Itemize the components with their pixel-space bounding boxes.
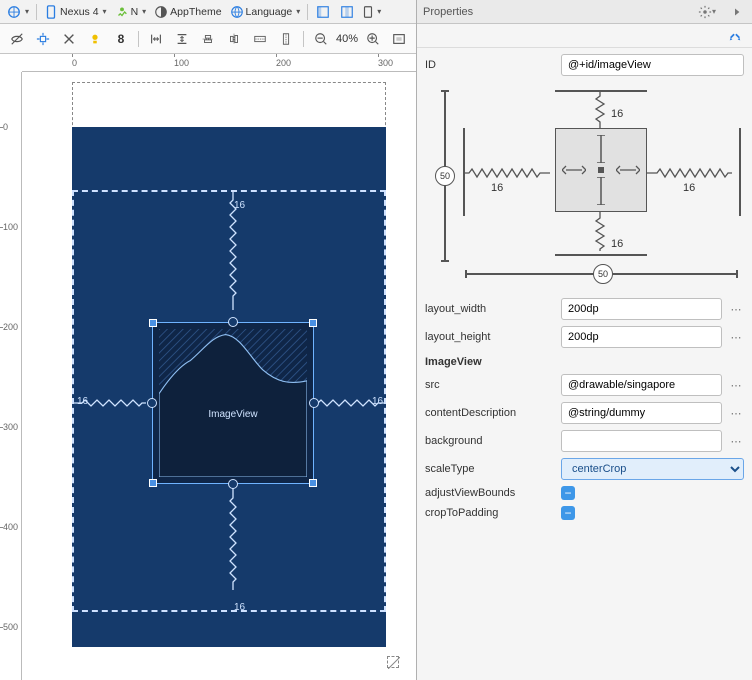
- pack-v-icon[interactable]: [171, 28, 193, 50]
- constraint-anchor-left[interactable]: [147, 398, 157, 408]
- minimize-panel-icon[interactable]: [724, 1, 746, 23]
- clear-constraints-icon[interactable]: [58, 28, 80, 50]
- design-mode-icon[interactable]: [312, 1, 334, 23]
- zoom-level: 40%: [336, 33, 358, 45]
- margin-bottom-label: 16: [234, 602, 245, 613]
- resize-handle-tr[interactable]: [309, 319, 317, 327]
- vertical-bias-slider[interactable]: 50: [435, 90, 455, 262]
- layout-height-field[interactable]: [561, 326, 722, 348]
- scaletype-label: scaleType: [425, 463, 555, 475]
- constraint-anchor-right[interactable]: [309, 398, 319, 408]
- infer-constraints-icon[interactable]: [84, 28, 106, 50]
- contentdesc-field[interactable]: [561, 402, 722, 424]
- ruler-vertical: 0 100 200 300 400 500: [0, 72, 22, 680]
- adjustviewbounds-label: adjustViewBounds: [425, 487, 555, 499]
- resize-handle-tl[interactable]: [149, 319, 157, 327]
- margin-left-label: 16: [77, 396, 88, 407]
- contentdesc-label: contentDescription: [425, 407, 555, 419]
- guideline-v-icon[interactable]: [275, 28, 297, 50]
- layout-height-label: layout_height: [425, 331, 555, 343]
- constraint-box[interactable]: [555, 128, 647, 212]
- ruler-horizontal: 0 100 200 300: [22, 54, 416, 72]
- adjustviewbounds-checkbox[interactable]: [561, 486, 575, 500]
- id-label: ID: [425, 59, 555, 71]
- align-v-icon[interactable]: [223, 28, 245, 50]
- settings-icon[interactable]: ▾: [696, 1, 718, 23]
- language-picker[interactable]: Language: [227, 2, 304, 22]
- default-margin[interactable]: 8: [110, 28, 132, 50]
- zoom-in-icon[interactable]: [362, 28, 384, 50]
- palette-menu[interactable]: [4, 2, 32, 22]
- vertical-bias-knob[interactable]: 50: [435, 166, 455, 186]
- croptopadding-label: cropToPadding: [425, 507, 555, 519]
- id-field[interactable]: [561, 54, 744, 76]
- constraint-widget[interactable]: 50 16 16: [425, 82, 744, 288]
- autoconnect-icon[interactable]: [32, 28, 54, 50]
- properties-header: Properties ▾: [417, 0, 752, 24]
- constraint-anchor-bottom[interactable]: [228, 479, 238, 489]
- scaletype-select[interactable]: centerCrop: [561, 458, 744, 480]
- api-picker[interactable]: N: [112, 2, 150, 22]
- cw-margin-bottom[interactable]: 16: [611, 238, 623, 250]
- croptopadding-checkbox[interactable]: [561, 506, 575, 520]
- resize-handle-bl[interactable]: [149, 479, 157, 487]
- toggle-view-icon[interactable]: [724, 25, 746, 47]
- horizontal-bias-knob[interactable]: 50: [593, 264, 613, 284]
- horizontal-bias-slider[interactable]: 50: [465, 264, 738, 284]
- theme-picker[interactable]: AppTheme: [151, 2, 224, 22]
- design-canvas[interactable]: 0 100 200 300 0 100 200 300 400 500: [0, 54, 416, 680]
- constraint-anchor-top[interactable]: [228, 317, 238, 327]
- background-label: background: [425, 435, 555, 447]
- zoom-fit-icon[interactable]: [388, 28, 410, 50]
- zoom-out-icon[interactable]: [310, 28, 332, 50]
- src-label: src: [425, 379, 555, 391]
- blueprint-mode-icon[interactable]: [336, 1, 358, 23]
- cw-margin-left[interactable]: 16: [491, 182, 503, 194]
- src-field[interactable]: [561, 374, 722, 396]
- selected-imageview[interactable]: ImageView: [152, 322, 314, 484]
- more-width-icon[interactable]: ⋯: [728, 301, 744, 317]
- imageview-label: ImageView: [153, 409, 313, 420]
- device-picker[interactable]: Nexus 4: [41, 2, 110, 22]
- more-background-icon[interactable]: ⋯: [728, 433, 744, 449]
- design-top-toolbar: Nexus 4 N AppTheme Language: [0, 0, 416, 24]
- cw-margin-right[interactable]: 16: [683, 182, 695, 194]
- align-h-icon[interactable]: [197, 28, 219, 50]
- orientation-icon[interactable]: [360, 1, 382, 23]
- properties-title: Properties: [423, 6, 473, 18]
- cw-margin-top[interactable]: 16: [611, 108, 623, 120]
- more-height-icon[interactable]: ⋯: [728, 329, 744, 345]
- guideline-h-icon[interactable]: [249, 28, 271, 50]
- resize-handle-br[interactable]: [309, 479, 317, 487]
- margin-top-label: 16: [234, 200, 245, 211]
- more-contentdesc-icon[interactable]: ⋯: [728, 405, 744, 421]
- view-options-icon[interactable]: [6, 28, 28, 50]
- layout-width-label: layout_width: [425, 303, 555, 315]
- layout-width-field[interactable]: [561, 298, 722, 320]
- device-corner-marker: [387, 656, 399, 668]
- margin-right-label: 16: [372, 396, 383, 407]
- imageview-section: ImageView: [425, 356, 744, 368]
- more-src-icon[interactable]: ⋯: [728, 377, 744, 393]
- pack-h-icon[interactable]: [145, 28, 167, 50]
- background-field[interactable]: [561, 430, 722, 452]
- design-second-toolbar: 8 40%: [0, 24, 416, 54]
